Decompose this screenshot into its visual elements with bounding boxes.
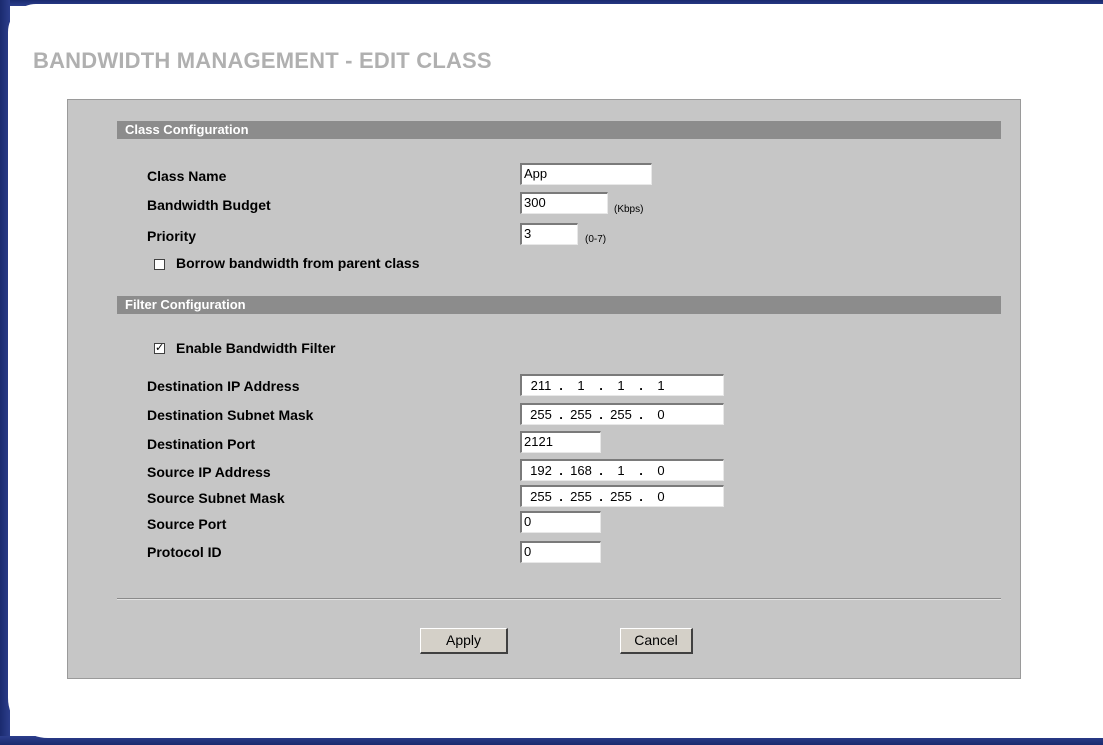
enable-bandwidth-filter-label: Enable Bandwidth Filter bbox=[176, 340, 336, 356]
source-port-label: Source Port bbox=[147, 516, 227, 532]
class-configuration-header: Class Configuration bbox=[117, 121, 1001, 139]
source-ip-input[interactable]: 192. 168. 1. 0 bbox=[520, 459, 724, 481]
source-subnet-mask-label: Source Subnet Mask bbox=[147, 490, 285, 506]
destination-ip-input[interactable]: 211. 1. 1. 1 bbox=[520, 374, 724, 396]
edit-class-panel: Class Configuration Class Name App Bandw… bbox=[67, 99, 1021, 679]
cancel-button[interactable]: Cancel bbox=[620, 628, 693, 654]
bandwidth-budget-unit: (Kbps) bbox=[614, 204, 644, 215]
priority-range: (0-7) bbox=[585, 234, 607, 245]
button-divider bbox=[117, 598, 1001, 600]
destination-port-label: Destination Port bbox=[147, 436, 256, 452]
borrow-bandwidth-checkbox[interactable] bbox=[154, 259, 165, 270]
protocol-id-input[interactable]: 0 bbox=[520, 541, 601, 563]
page-title: BANDWIDTH MANAGEMENT - EDIT CLASS bbox=[33, 48, 492, 73]
destination-subnet-mask-label: Destination Subnet Mask bbox=[147, 407, 314, 423]
source-port-input[interactable]: 0 bbox=[520, 511, 601, 533]
destination-ip-label: Destination IP Address bbox=[147, 378, 300, 394]
filter-configuration-header: Filter Configuration bbox=[117, 296, 1001, 314]
priority-label: Priority bbox=[147, 228, 197, 244]
class-name-input[interactable]: App bbox=[520, 163, 652, 185]
class-name-label: Class Name bbox=[147, 168, 227, 184]
enable-bandwidth-filter-checkbox[interactable]: ✓ bbox=[154, 343, 165, 354]
source-subnet-mask-input[interactable]: 255. 255. 255. 0 bbox=[520, 485, 724, 507]
borrow-bandwidth-label: Borrow bandwidth from parent class bbox=[176, 255, 420, 271]
destination-subnet-mask-input[interactable]: 255. 255. 255. 0 bbox=[520, 403, 724, 425]
apply-button[interactable]: Apply bbox=[420, 628, 508, 654]
source-ip-label: Source IP Address bbox=[147, 464, 271, 480]
destination-port-input[interactable]: 2121 bbox=[520, 431, 601, 453]
protocol-id-label: Protocol ID bbox=[147, 544, 222, 560]
priority-input[interactable]: 3 bbox=[520, 223, 578, 245]
bandwidth-budget-input[interactable]: 300 bbox=[520, 192, 608, 214]
bandwidth-budget-label: Bandwidth Budget bbox=[147, 197, 271, 213]
